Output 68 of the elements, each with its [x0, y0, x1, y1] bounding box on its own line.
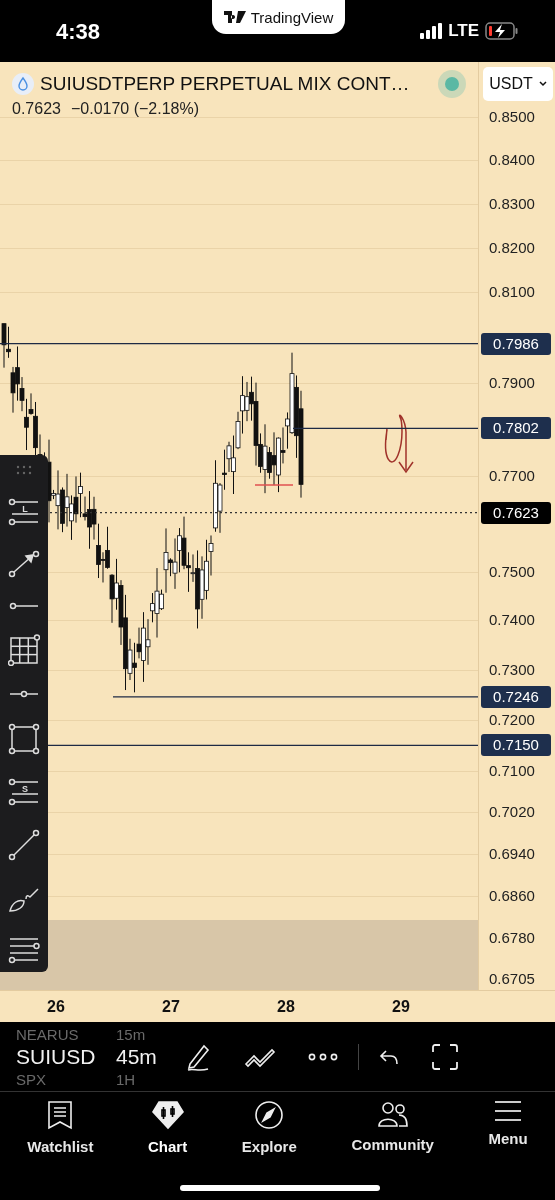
price-label: 0.6860 [489, 886, 535, 904]
trend-line-icon[interactable] [8, 829, 40, 862]
fullscreen-icon[interactable] [431, 1042, 459, 1071]
handwritten-arrow-drawing [384, 414, 414, 474]
compass-icon [254, 1100, 285, 1130]
price-tag: 0.7623 [481, 501, 551, 524]
lines-list-icon[interactable] [8, 935, 40, 964]
price-label: 0.8100 [489, 283, 535, 301]
signal-icon [420, 23, 445, 39]
battery-icon [485, 22, 519, 40]
nav-tab[interactable]: Community [347, 1100, 438, 1160]
date-label: 26 [46, 998, 66, 1016]
symbol-option[interactable]: NEARUS [16, 1025, 108, 1043]
symbol-option[interactable]: SPX [16, 1070, 108, 1088]
level-line [254, 484, 294, 486]
grid-icon[interactable] [8, 634, 40, 667]
coin-icon [12, 73, 34, 95]
price-label: 0.8300 [489, 194, 535, 212]
nav-tab[interactable]: Menu [484, 1100, 532, 1160]
price-change: −0.0170 (−2.18%) [70, 100, 200, 118]
price-label: 0.8500 [489, 108, 535, 125]
currency-dropdown[interactable]: USDT [483, 67, 553, 101]
rectangle-icon[interactable] [8, 722, 40, 755]
grip-icon[interactable] [15, 465, 33, 475]
price-label: 0.7300 [489, 660, 535, 678]
ray-icon[interactable] [8, 600, 40, 611]
interval-picker[interactable]: 45m [116, 1044, 176, 1069]
arrow-icon[interactable] [8, 549, 40, 578]
bookmark-list-icon [47, 1100, 74, 1130]
nav-tab[interactable]: Chart [144, 1100, 192, 1160]
price-label: 0.8400 [489, 151, 535, 168]
date-label: 29 [391, 998, 411, 1016]
price-tag: 0.7986 [481, 332, 551, 355]
chevron-icon [538, 81, 547, 87]
date-label: 27 [161, 998, 181, 1016]
price-label: 0.6940 [489, 844, 535, 862]
clock-time: 4:38 [56, 19, 101, 45]
interval-option[interactable]: 15m [116, 1025, 176, 1043]
status-dot-icon [438, 70, 466, 98]
price-label: 0.7200 [489, 711, 535, 728]
horizontal-line-icon[interactable] [8, 689, 40, 700]
price-label: 0.7500 [489, 562, 535, 580]
nav-tab[interactable]: Explore [237, 1100, 301, 1160]
price-label: 0.7100 [489, 761, 535, 779]
symbol-title[interactable]: SUIUSDTPERP PERPETUAL MIX CONT… [40, 73, 410, 95]
price-label: 0.8200 [489, 238, 535, 256]
last-price: 0.7623 [12, 100, 61, 118]
price-label: 0.7020 [489, 803, 535, 820]
menu-icon [494, 1100, 523, 1122]
date-label: 28 [276, 998, 296, 1016]
price-label: 0.7700 [489, 467, 535, 485]
price-tag: 0.7802 [481, 417, 551, 440]
price-label: 0.6780 [489, 929, 535, 947]
logo-icon [223, 11, 246, 23]
network-label: LTE [448, 21, 479, 41]
interval-option[interactable]: 1H [116, 1070, 176, 1088]
price-tag: 0.7150 [481, 734, 551, 757]
symbol-picker[interactable]: SUIUSD [16, 1044, 108, 1069]
app-name: TradingView [250, 8, 334, 26]
more-icon[interactable] [308, 1052, 338, 1061]
nav-tab[interactable]: Watchlist [23, 1100, 98, 1160]
price-label: 0.7900 [489, 373, 535, 391]
price-tag: 0.7246 [481, 685, 551, 708]
people-icon [376, 1100, 409, 1128]
undo-icon[interactable] [379, 1048, 399, 1065]
candles-icon [150, 1100, 185, 1130]
price-label: 0.7400 [489, 611, 535, 629]
price-label: 0.6705 [489, 969, 535, 987]
